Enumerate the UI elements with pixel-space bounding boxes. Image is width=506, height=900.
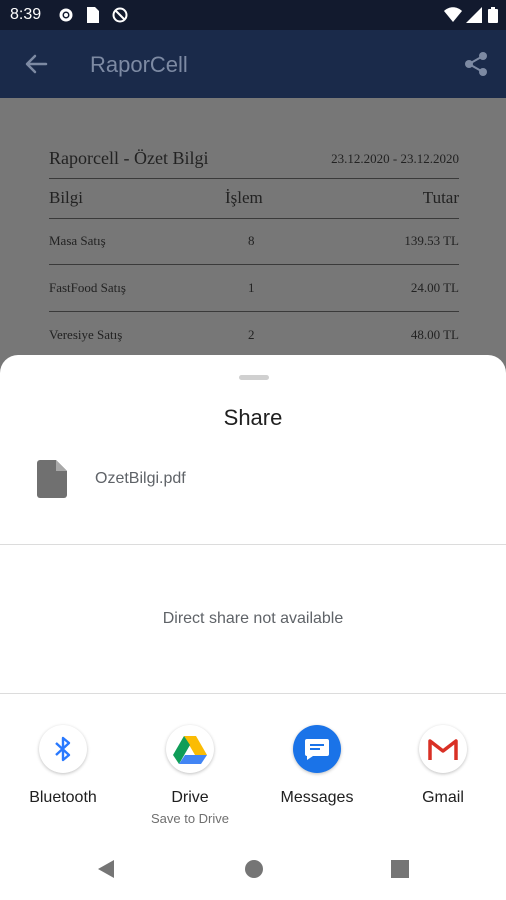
- share-target-label: Bluetooth: [29, 789, 97, 806]
- share-target-drive[interactable]: Drive Save to Drive: [127, 725, 253, 826]
- column-header-bilgi: Bilgi: [49, 188, 84, 207]
- navigation-bar: [0, 835, 506, 900]
- share-target-bluetooth[interactable]: Bluetooth: [0, 725, 126, 807]
- app-title: RaporCell: [90, 52, 188, 77]
- row-count: 1: [248, 280, 255, 295]
- row-amount: 48.00 TL: [410, 327, 459, 342]
- row-amount: 139.53 TL: [404, 233, 459, 248]
- shared-file-name: OzetBilgi.pdf: [95, 470, 186, 487]
- app-bar: RaporCell: [0, 30, 506, 98]
- share-target-label: Gmail: [422, 789, 464, 806]
- share-target-gmail[interactable]: Gmail: [380, 725, 506, 807]
- share-target-label: Messages: [280, 789, 354, 806]
- status-time: 8:39: [10, 6, 42, 23]
- column-header-islem: İşlem: [225, 188, 263, 207]
- report-title: Raporcell - Özet Bilgi: [49, 148, 209, 168]
- divider: [49, 218, 459, 219]
- recents-nav-icon[interactable]: [390, 859, 410, 884]
- file-icon: [37, 460, 67, 498]
- row-label: Veresiye Satış: [49, 327, 123, 342]
- row-label: Masa Satış: [49, 233, 106, 248]
- divider: [49, 311, 459, 312]
- share-icon[interactable]: [462, 50, 490, 78]
- wifi-icon: [444, 7, 462, 28]
- drag-handle[interactable]: [239, 375, 269, 380]
- row-amount: 24.00 TL: [410, 280, 459, 295]
- report-date-range: 23.12.2020 - 23.12.2020: [331, 151, 459, 166]
- share-sheet-title: Share: [223, 405, 283, 430]
- google-drive-icon: [166, 725, 214, 773]
- bluetooth-icon: [39, 725, 87, 773]
- row-label: FastFood Satış: [49, 280, 126, 295]
- divider: [49, 178, 459, 179]
- divider: [0, 544, 506, 545]
- direct-share-message: Direct share not available: [162, 610, 344, 627]
- back-nav-icon[interactable]: [96, 859, 116, 884]
- gmail-icon: [419, 725, 467, 773]
- share-sheet: Share OzetBilgi.pdf Direct share not ava…: [0, 355, 506, 900]
- messages-icon: [293, 725, 341, 773]
- arrow-back-icon[interactable]: [22, 50, 50, 78]
- divider: [49, 264, 459, 265]
- sim-card-icon: [86, 7, 100, 28]
- row-count: 2: [248, 327, 255, 342]
- column-header-tutar: Tutar: [422, 188, 459, 207]
- divider: [0, 693, 506, 694]
- do-not-disturb-icon: [112, 7, 128, 28]
- signal-icon: [466, 7, 482, 28]
- share-target-messages[interactable]: Messages: [254, 725, 380, 807]
- share-target-label: Drive: [171, 789, 209, 806]
- row-count: 8: [248, 233, 255, 248]
- share-target-sublabel: Save to Drive: [150, 811, 230, 826]
- settings-icon: [58, 7, 74, 28]
- home-nav-icon[interactable]: [244, 859, 264, 884]
- battery-icon: [488, 7, 498, 28]
- status-bar: 8:39: [0, 0, 506, 30]
